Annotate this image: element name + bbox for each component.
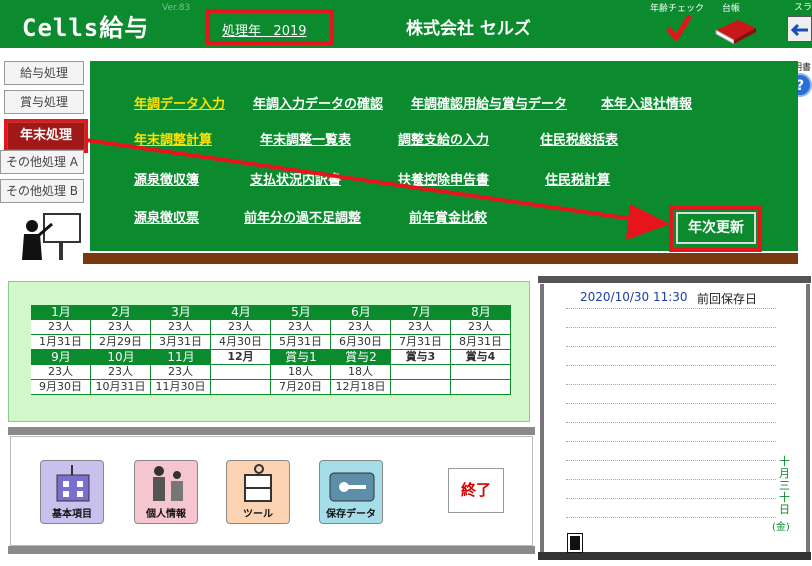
calendar-month-header[interactable]: 賞与3 [391, 350, 451, 365]
note-rule-line [566, 365, 776, 366]
calendar-pay-date: 11月30日 [151, 380, 211, 395]
calendar-month-header[interactable]: 賞与4 [451, 350, 511, 365]
calendar-month-header[interactable]: 2月 [91, 305, 151, 320]
calendar-headcount: 23人 [331, 320, 391, 335]
notebook-right-edge [806, 284, 810, 554]
note-rule-line [566, 327, 776, 328]
calendar-month-header[interactable]: 6月 [331, 305, 391, 320]
note-rule-line [566, 308, 776, 309]
key-icon [329, 472, 375, 502]
calendar-pay-date: 3月31日 [151, 335, 211, 350]
basic-items-label: 基本項目 [52, 509, 92, 520]
calendar-headcount: 23人 [91, 320, 151, 335]
notebook-roll-handle[interactable] [567, 533, 583, 553]
wrench-icon [244, 464, 272, 502]
calendar-pay-date: 8月31日 [451, 335, 511, 350]
calendar-headcount [451, 365, 511, 380]
note-rule-line [566, 441, 776, 442]
note-rule-line [566, 384, 776, 385]
note-rule-line [566, 517, 776, 518]
personal-info-button[interactable]: 個人情報 [134, 460, 198, 524]
panel-bottom-bar [8, 546, 535, 554]
people-icon [153, 466, 183, 501]
calendar-month-header[interactable]: 4月 [211, 305, 271, 320]
calendar-pay-date [211, 380, 271, 395]
calendar-month-header[interactable]: 8月 [451, 305, 511, 320]
calendar-month-header[interactable]: 9月 [31, 350, 91, 365]
notebook-bottom-rod [538, 552, 811, 560]
calendar-pay-date [391, 380, 451, 395]
calendar-headcount: 23人 [31, 365, 91, 380]
calendar-pay-date: 1月31日 [31, 335, 91, 350]
calendar-headcount: 23人 [391, 320, 451, 335]
tools-button[interactable]: ツール [226, 460, 290, 524]
quit-button[interactable]: 終了 [448, 468, 504, 513]
calendar-pay-date: 4月30日 [211, 335, 271, 350]
calendar-headcount: 23人 [151, 320, 211, 335]
weekday: (金) [772, 522, 790, 533]
calendar-month-header[interactable]: 7月 [391, 305, 451, 320]
annual-update-button[interactable]: 年次更新 [676, 212, 756, 244]
calendar-month-header[interactable]: 11月 [151, 350, 211, 365]
calendar-headcount: 18人 [331, 365, 391, 380]
calendar-month-header[interactable]: 賞与1 [271, 350, 331, 365]
note-rule-line [566, 403, 776, 404]
calendar-month-header[interactable]: 賞与2 [331, 350, 391, 365]
vertical-date: 十月三十日 [779, 455, 790, 516]
calendar-month-header[interactable]: 3月 [151, 305, 211, 320]
note-rule-line [566, 422, 776, 423]
calendar-headcount: 23人 [211, 320, 271, 335]
note-rule-line [566, 498, 776, 499]
calendar-pay-date: 7月20日 [271, 380, 331, 395]
calendar-pay-date: 12月18日 [331, 380, 391, 395]
calendar-pay-date: 6月30日 [331, 335, 391, 350]
calendar-month-header[interactable]: 1月 [31, 305, 91, 320]
calendar-headcount [391, 365, 451, 380]
calendar-grid: 1月 2月 3月 4月 5月 6月 7月 8月 23人 23人 23人 23人 23人 23人 23人 23人… [31, 305, 511, 395]
calendar-headcount: 18人 [271, 365, 331, 380]
calendar-month-header[interactable]: 5月 [271, 305, 331, 320]
calendar-pay-date: 5月31日 [271, 335, 331, 350]
note-rule-line [566, 346, 776, 347]
personal-info-label: 個人情報 [146, 509, 186, 520]
notebook-top-rod [538, 276, 811, 283]
calendar-pay-date: 7月31日 [391, 335, 451, 350]
tools-label: ツール [243, 509, 273, 520]
calendar-headcount: 23人 [151, 365, 211, 380]
note-rule-line [566, 479, 776, 480]
building-icon [56, 465, 90, 502]
basic-items-button[interactable]: 基本項目 [40, 460, 104, 524]
panel-top-bar [8, 427, 535, 435]
calendar-headcount: 23人 [271, 320, 331, 335]
saved-data-button[interactable]: 保存データ [319, 460, 383, 524]
calendar-pay-date [451, 380, 511, 395]
last-saved-datetime: 2020/10/30 11:30 [580, 290, 688, 304]
calendar-headcount [211, 365, 271, 380]
calendar-month-header[interactable]: 12月 [211, 350, 271, 365]
calendar-pay-date: 9月30日 [31, 380, 91, 395]
calendar-headcount: 23人 [31, 320, 91, 335]
calendar-month-header[interactable]: 10月 [91, 350, 151, 365]
calendar-pay-date: 2月29日 [91, 335, 151, 350]
calendar-headcount: 23人 [91, 365, 151, 380]
notebook-left-edge [540, 284, 544, 554]
note-rule-line [566, 460, 776, 461]
last-saved-label: 前回保存日 [697, 292, 758, 306]
calendar-pay-date: 10月31日 [91, 380, 151, 395]
saved-data-label: 保存データ [326, 509, 376, 520]
calendar-headcount: 23人 [451, 320, 511, 335]
